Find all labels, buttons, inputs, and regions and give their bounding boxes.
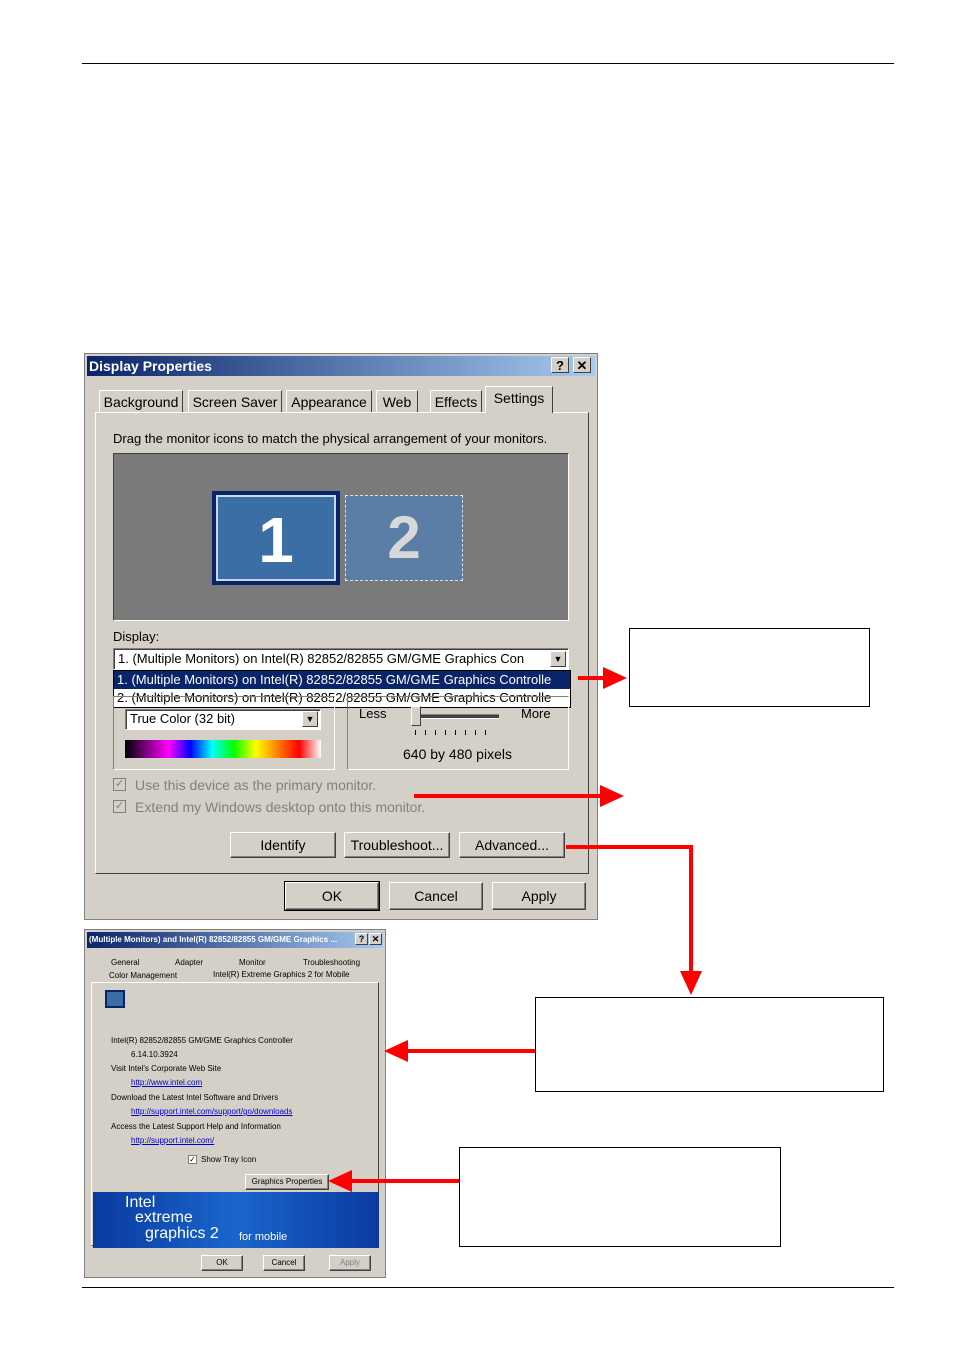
tab-background[interactable]: Background xyxy=(99,390,183,412)
tab-intel-graphics[interactable]: Intel(R) Extreme Graphics 2 for Mobile xyxy=(213,970,350,979)
arrow-advanced-vertical xyxy=(689,845,693,973)
help-button[interactable]: ? xyxy=(355,933,368,945)
extend-desktop-checkbox[interactable]: ✓ xyxy=(113,800,126,813)
annotation-box-display xyxy=(629,628,870,707)
tab-appearance[interactable]: Appearance xyxy=(286,390,372,412)
tab-monitor[interactable]: Monitor xyxy=(239,958,266,967)
instruction-text: Drag the monitor icons to match the phys… xyxy=(113,431,548,446)
driver-version: 6.14.10.3924 xyxy=(131,1050,178,1059)
resolution-ticks xyxy=(415,730,495,735)
color-spectrum-bar xyxy=(125,740,321,758)
intel-banner: Intel extreme graphics 2 for mobile xyxy=(93,1192,379,1248)
visit-text: Visit Intel's Corporate Web Site xyxy=(111,1064,222,1073)
resolution-value: 640 by 480 pixels xyxy=(403,746,512,762)
arrow-extend-head xyxy=(600,785,624,807)
arrow-graphics-shaft xyxy=(350,1179,459,1183)
arrow-dialog-shaft xyxy=(405,1049,535,1053)
close-button[interactable]: ✕ xyxy=(369,933,382,945)
advanced-ok-button[interactable]: OK xyxy=(201,1255,243,1271)
annotation-box-advanced xyxy=(535,997,884,1092)
tab-settings[interactable]: Settings xyxy=(485,386,553,413)
graphics-properties-button[interactable]: Graphics Properties xyxy=(245,1174,329,1190)
display-select[interactable]: 1. (Multiple Monitors) on Intel(R) 82852… xyxy=(113,648,569,670)
display-select-value: 1. (Multiple Monitors) on Intel(R) 82852… xyxy=(118,651,525,666)
ok-button[interactable]: OK xyxy=(284,881,380,911)
arrow-advanced-horizontal xyxy=(566,845,693,849)
resolution-more-label: More xyxy=(521,706,551,721)
banner-for-mobile: for mobile xyxy=(239,1231,288,1243)
help-button[interactable]: ? xyxy=(551,357,569,373)
advanced-titlebar: (Multiple Monitors) and Intel(R) 82852/8… xyxy=(87,932,383,948)
top-rule xyxy=(82,63,894,64)
color-quality-select[interactable]: True Color (32 bit) ▼ xyxy=(125,709,321,730)
extend-desktop-label: Extend my Windows desktop onto this moni… xyxy=(135,799,426,815)
cancel-button[interactable]: Cancel xyxy=(389,882,483,910)
resolution-slider-track[interactable] xyxy=(411,714,499,719)
support-text: Access the Latest Support Help and Infor… xyxy=(111,1122,281,1131)
intel-advanced-dialog: (Multiple Monitors) and Intel(R) 82852/8… xyxy=(84,929,386,1278)
monitor-1-label: 1 xyxy=(216,495,336,581)
monitor-arrangement-area: 1 2 xyxy=(113,453,569,621)
apply-button[interactable]: Apply xyxy=(492,882,586,910)
chevron-down-icon[interactable]: ▼ xyxy=(302,711,318,727)
chevron-down-icon[interactable]: ▼ xyxy=(550,651,566,667)
monitor-2-icon[interactable]: 2 xyxy=(345,495,463,581)
controller-name: Intel(R) 82852/82855 GM/GME Graphics Con… xyxy=(111,1036,293,1045)
visit-link[interactable]: http://www.intel.com xyxy=(131,1078,202,1087)
display-option-1[interactable]: 1. (Multiple Monitors) on Intel(R) 82852… xyxy=(114,671,570,689)
advanced-title: (Multiple Monitors) and Intel(R) 82852/8… xyxy=(89,935,338,944)
tab-color-management[interactable]: Color Management xyxy=(109,971,177,980)
tab-adapter[interactable]: Adapter xyxy=(175,958,203,967)
banner-graphics: graphics 2 xyxy=(145,1225,219,1242)
display-properties-dialog: Display Properties ? ✕ Background Screen… xyxy=(84,353,598,920)
primary-monitor-label: Use this device as the primary monitor. xyxy=(135,777,377,793)
monitor-2-label: 2 xyxy=(387,504,421,571)
dialog-title: Display Properties xyxy=(89,358,212,374)
arrow-extend-shaft xyxy=(414,794,604,798)
annotation-box-graphics-properties xyxy=(459,1147,781,1247)
monitor-1-icon[interactable]: 1 xyxy=(212,491,340,585)
advanced-apply-button[interactable]: Apply xyxy=(329,1255,371,1271)
arrow-graphics-head xyxy=(328,1170,352,1192)
download-link[interactable]: http://support.intel.com/support/go/down… xyxy=(131,1107,292,1116)
support-link[interactable]: http://support.intel.com/ xyxy=(131,1136,214,1145)
primary-monitor-checkbox[interactable]: ✓ xyxy=(113,778,126,791)
tab-general[interactable]: General xyxy=(111,958,139,967)
show-tray-icon-label: Show Tray Icon xyxy=(201,1155,257,1164)
download-text: Download the Latest Intel Software and D… xyxy=(111,1093,279,1102)
bottom-rule xyxy=(82,1287,894,1288)
arrow-dialog-head xyxy=(384,1040,408,1062)
arrow-display-head xyxy=(603,667,627,689)
advanced-button[interactable]: Advanced... xyxy=(459,832,565,858)
dialog-titlebar: Display Properties xyxy=(87,356,595,376)
troubleshoot-button[interactable]: Troubleshoot... xyxy=(344,832,450,858)
advanced-cancel-button[interactable]: Cancel xyxy=(263,1255,305,1271)
resolution-slider-thumb[interactable] xyxy=(411,706,421,726)
tab-effects[interactable]: Effects xyxy=(430,390,482,412)
tab-troubleshooting[interactable]: Troubleshooting xyxy=(303,958,360,967)
color-quality-group xyxy=(113,696,335,770)
tab-screen-saver[interactable]: Screen Saver xyxy=(188,390,282,412)
resolution-less-label: Less xyxy=(359,706,387,721)
arrow-advanced-head xyxy=(680,971,702,995)
color-quality-value: True Color (32 bit) xyxy=(130,711,235,726)
identify-button[interactable]: Identify xyxy=(230,832,336,858)
display-label: Display: xyxy=(113,629,160,644)
monitor-icon xyxy=(105,990,125,1008)
close-button[interactable]: ✕ xyxy=(573,357,591,373)
tab-web[interactable]: Web xyxy=(376,390,418,412)
show-tray-icon-checkbox[interactable]: ✓ xyxy=(188,1155,197,1164)
